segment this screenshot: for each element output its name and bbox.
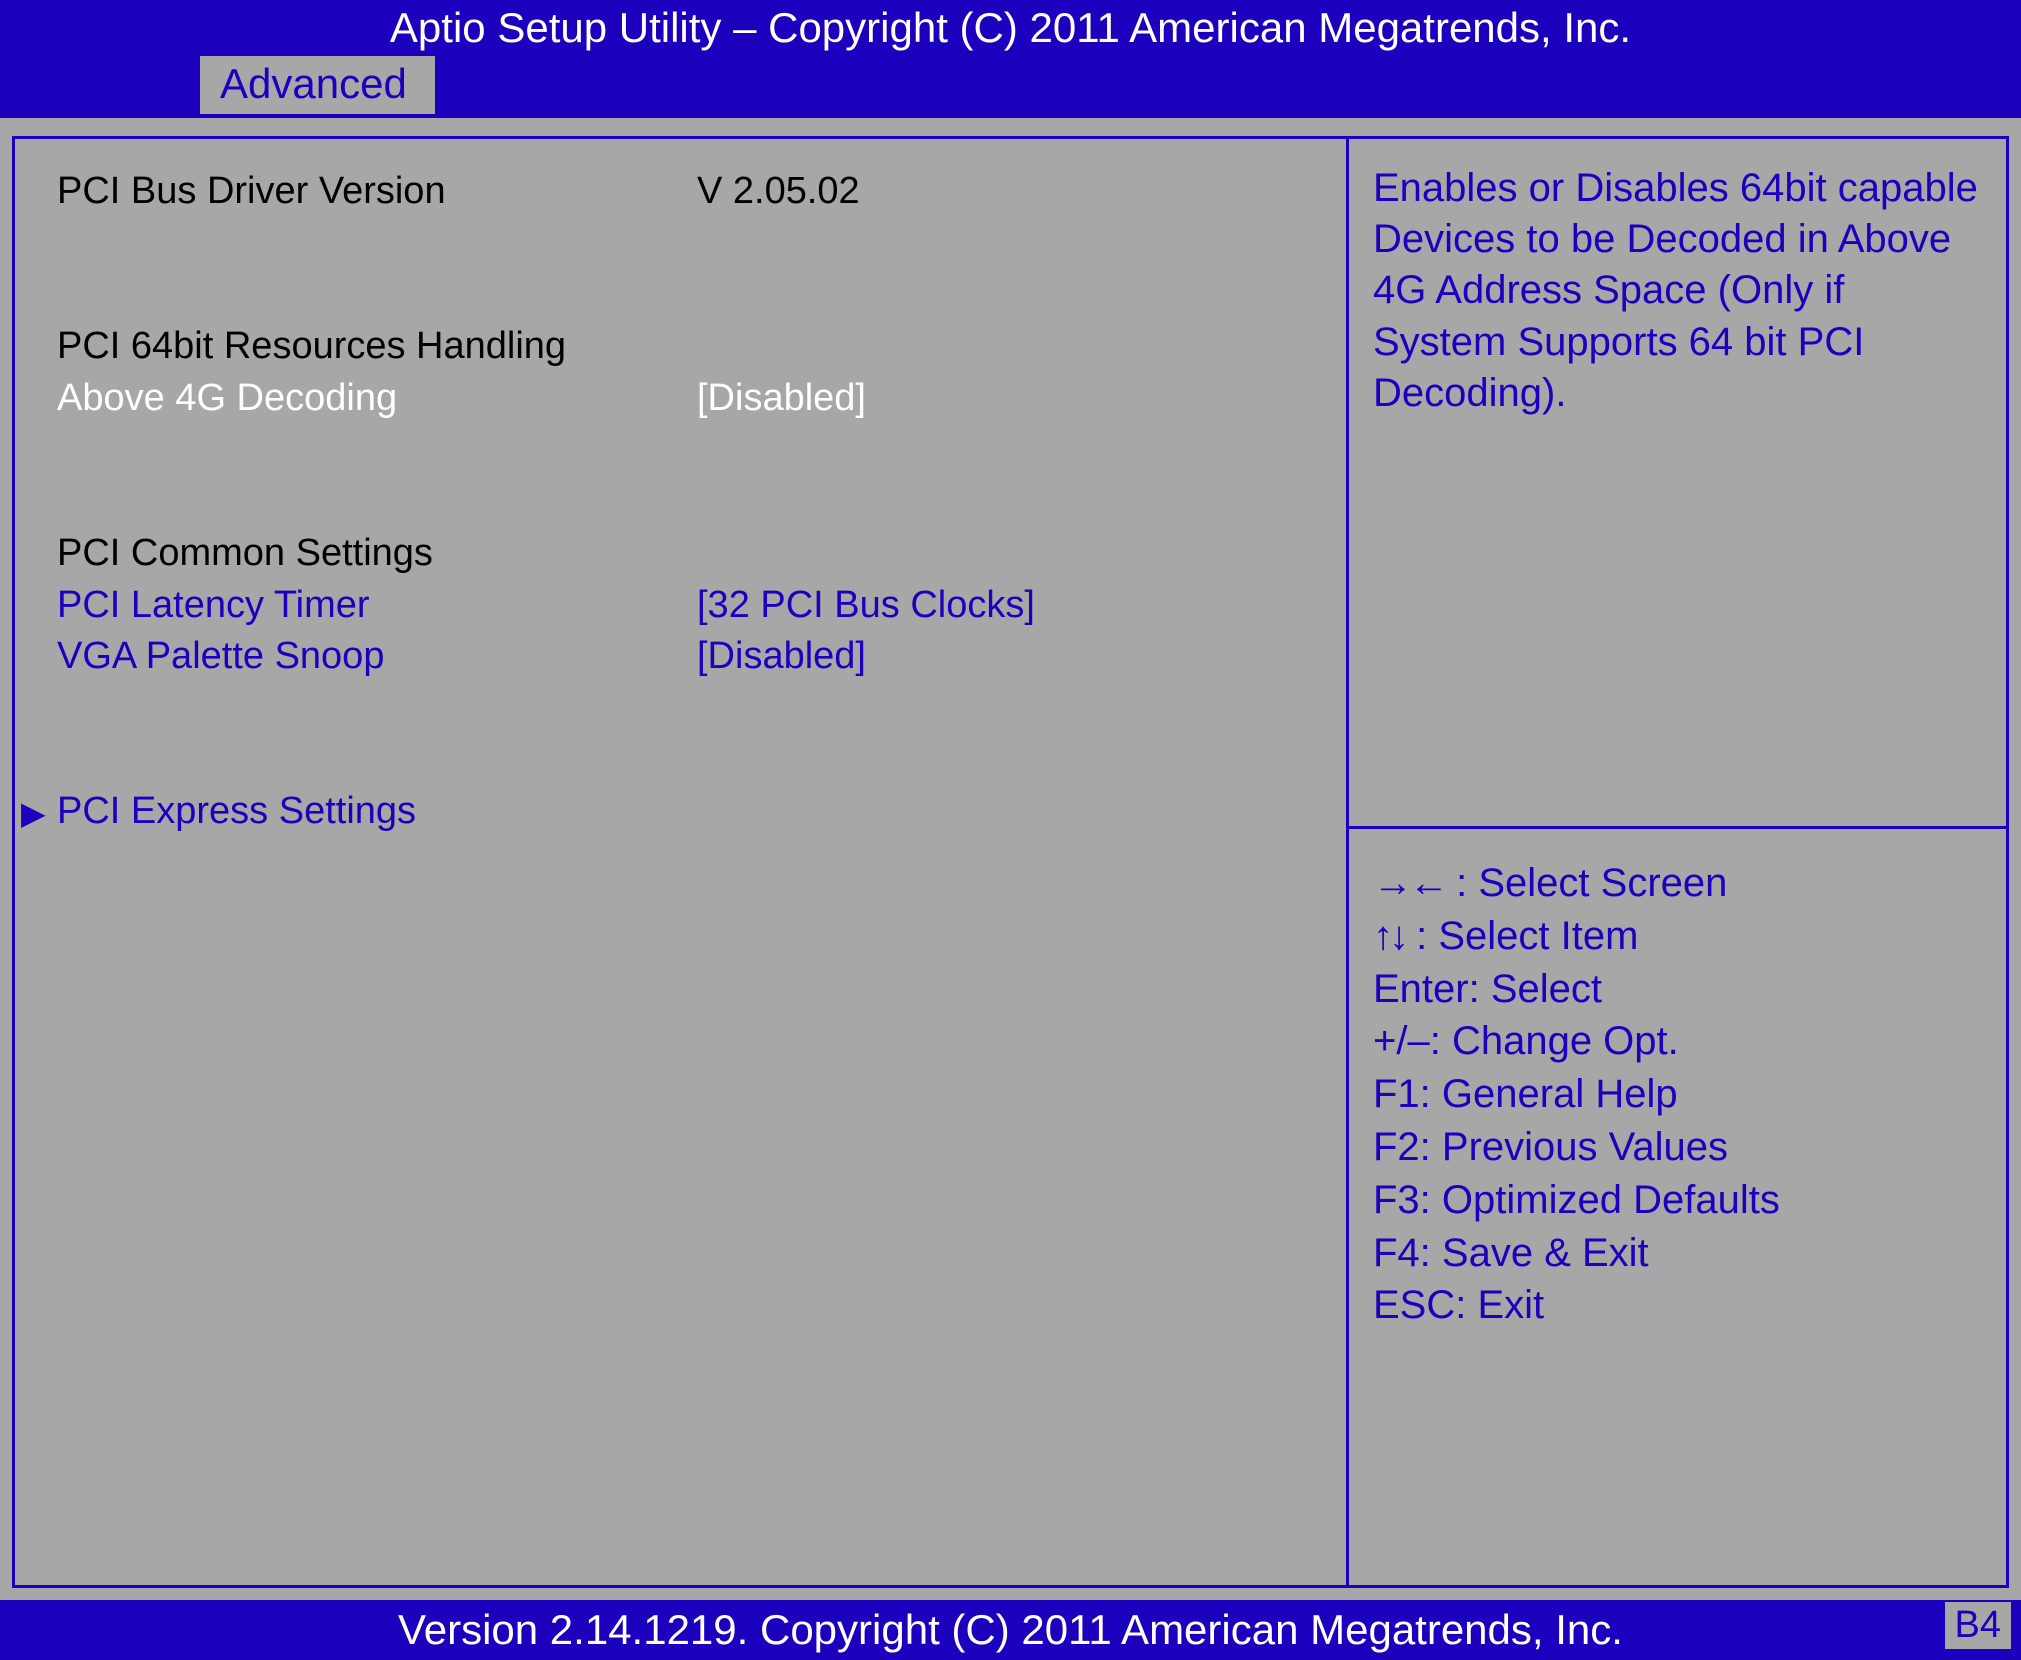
pci-bus-driver-value: V 2.05.02: [697, 167, 1326, 216]
vga-label: VGA Palette Snoop: [57, 632, 697, 681]
key-select-screen: →← : Select Screen: [1373, 857, 1986, 910]
settings-column: PCI Bus Driver Version V 2.05.02 PCI 64b…: [15, 139, 1346, 1585]
pcie-submenu-label: PCI Express Settings: [57, 787, 697, 836]
latency-label: PCI Latency Timer: [57, 581, 697, 630]
title-text: Aptio Setup Utility – Copyright (C) 2011…: [390, 4, 1631, 51]
row-above-4g-decoding[interactable]: Above 4G Decoding [Disabled]: [57, 374, 1326, 423]
key-legend: →← : Select Screen ↑↓ : Select Item Ente…: [1349, 829, 2006, 1585]
above4g-label: Above 4G Decoding: [57, 374, 697, 423]
row-pci-bus-driver: PCI Bus Driver Version V 2.05.02: [57, 167, 1326, 216]
footer-badge: B4: [1945, 1602, 2011, 1649]
key-esc: ESC: Exit: [1373, 1279, 1986, 1332]
arrows-left-right-icon: →←: [1373, 861, 1445, 905]
submenu-arrow-icon: ▶: [21, 793, 46, 835]
row-pci64-header: PCI 64bit Resources Handling: [57, 322, 1326, 371]
body-area: PCI Bus Driver Version V 2.05.02 PCI 64b…: [0, 118, 2021, 1600]
spacer: [57, 218, 1326, 270]
key-f4: F4: Save & Exit: [1373, 1227, 1986, 1280]
tab-advanced-label: Advanced: [220, 60, 407, 107]
tab-row: Advanced: [0, 56, 2021, 118]
key-f3: F3: Optimized Defaults: [1373, 1174, 1986, 1227]
key-f2: F2: Previous Values: [1373, 1121, 1986, 1174]
footer-bar: Version 2.14.1219. Copyright (C) 2011 Am…: [0, 1600, 2021, 1660]
key-f1: F1: General Help: [1373, 1068, 1986, 1121]
row-pci-express-settings[interactable]: ▶ PCI Express Settings: [33, 787, 1326, 836]
help-box: Enables or Disables 64bit capable Device…: [1349, 139, 2006, 829]
row-pci-common-header: PCI Common Settings: [57, 529, 1326, 578]
spacer: [57, 270, 1326, 322]
spacer: [57, 425, 1326, 477]
above4g-value: [Disabled]: [697, 374, 1326, 423]
title-bar: Aptio Setup Utility – Copyright (C) 2011…: [0, 0, 2021, 56]
pci64-header-label: PCI 64bit Resources Handling: [57, 322, 697, 371]
latency-value: [32 PCI Bus Clocks]: [697, 581, 1326, 630]
key-select-item: ↑↓ : Select Item: [1373, 910, 1986, 963]
footer-text: Version 2.14.1219. Copyright (C) 2011 Am…: [398, 1606, 1623, 1653]
info-column: Enables or Disables 64bit capable Device…: [1346, 139, 2006, 1585]
tab-advanced[interactable]: Advanced: [200, 56, 435, 114]
bios-container: Aptio Setup Utility – Copyright (C) 2011…: [0, 0, 2021, 1660]
pci-common-header-label: PCI Common Settings: [57, 529, 697, 578]
row-vga-palette-snoop[interactable]: VGA Palette Snoop [Disabled]: [57, 632, 1326, 681]
vga-value: [Disabled]: [697, 632, 1326, 681]
pci-bus-driver-label: PCI Bus Driver Version: [57, 167, 697, 216]
spacer: [57, 477, 1326, 529]
arrows-up-down-icon: ↑↓: [1373, 914, 1405, 958]
spacer: [57, 735, 1326, 787]
help-text: Enables or Disables 64bit capable Device…: [1373, 166, 1978, 415]
spacer: [57, 683, 1326, 735]
row-pci-latency-timer[interactable]: PCI Latency Timer [32 PCI Bus Clocks]: [57, 581, 1326, 630]
key-enter: Enter: Select: [1373, 963, 1986, 1016]
main-panel: PCI Bus Driver Version V 2.05.02 PCI 64b…: [12, 136, 2009, 1588]
key-change-opt: +/–: Change Opt.: [1373, 1015, 1986, 1068]
